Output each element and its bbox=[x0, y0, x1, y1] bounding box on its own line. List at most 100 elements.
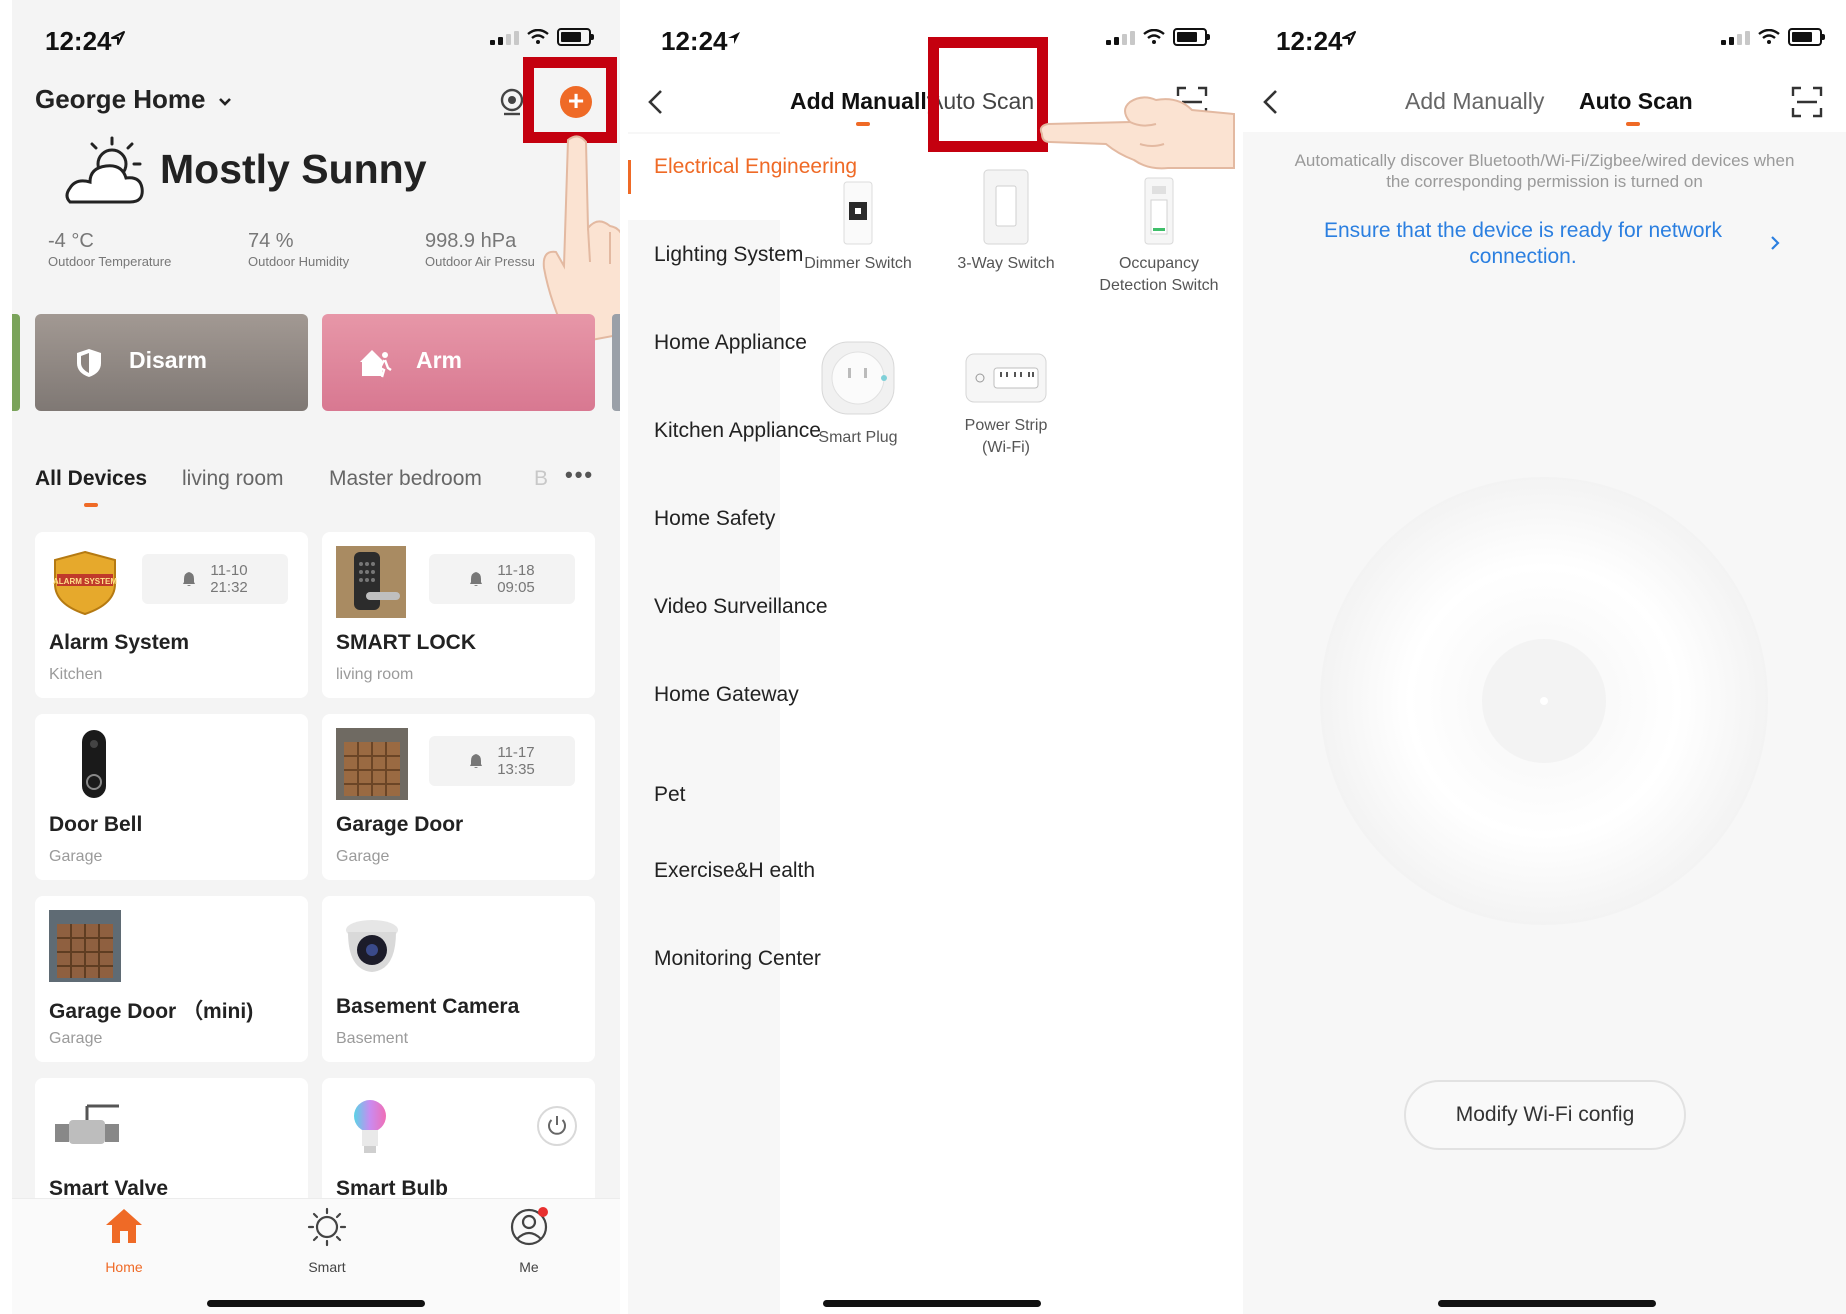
device-name: Basement Camera bbox=[336, 995, 520, 1018]
back-chevron-icon[interactable] bbox=[646, 88, 666, 116]
chevron-right-icon[interactable] bbox=[1769, 234, 1781, 252]
category-home-appliance[interactable]: Home Appliance bbox=[654, 330, 807, 355]
auto-scan-highlight bbox=[928, 37, 1048, 152]
category-home-gateway[interactable]: Home Gateway bbox=[654, 682, 799, 707]
product-power-strip[interactable]: Power Strip (Wi-Fi) bbox=[936, 346, 1076, 459]
power-icon bbox=[548, 1116, 566, 1135]
status-time: 12:24 bbox=[45, 26, 112, 56]
temperature-label: Outdoor Temperature bbox=[48, 254, 172, 269]
arm-button[interactable]: Arm bbox=[322, 314, 595, 411]
tab-add-manually[interactable]: Add Manually bbox=[790, 88, 940, 115]
wifi-icon bbox=[1758, 29, 1780, 44]
tab-auto-scan[interactable]: Auto Scan bbox=[1579, 88, 1693, 115]
category-home-safety[interactable]: Home Safety bbox=[654, 506, 775, 531]
dome-camera-icon bbox=[346, 920, 398, 972]
cellular-signal-icon bbox=[490, 29, 519, 45]
product-dimmer-switch[interactable]: Dimmer Switch bbox=[788, 180, 928, 275]
shield-icon bbox=[77, 349, 101, 377]
category-pet[interactable]: Pet bbox=[654, 782, 686, 807]
home-selector[interactable]: George Home bbox=[35, 84, 233, 115]
device-room: Garage bbox=[49, 848, 103, 865]
chevron-down-icon bbox=[218, 98, 231, 106]
nav-home-label: Home bbox=[105, 1259, 143, 1275]
category-sidebar bbox=[628, 132, 780, 1314]
device-room: Garage bbox=[49, 1030, 103, 1047]
device-name: SMART LOCK bbox=[336, 631, 476, 654]
category-lighting-system[interactable]: Lighting System bbox=[654, 242, 803, 267]
more-tabs-icon[interactable]: ••• bbox=[565, 462, 594, 488]
status-icons bbox=[1106, 28, 1210, 46]
humidity-label: Outdoor Humidity bbox=[248, 254, 350, 269]
modify-wifi-config-button[interactable]: Modify Wi-Fi config bbox=[1404, 1080, 1686, 1150]
category-electrical-engineering[interactable]: Electrical Engineering bbox=[654, 154, 857, 179]
alert-time: 09:05 bbox=[497, 579, 535, 596]
alert-date: 11-18 bbox=[497, 562, 535, 579]
device-card-alarm-system[interactable]: ALARM SYSTEM 11-10 21:32 Alarm System Kit… bbox=[35, 532, 308, 698]
humidity-value: 74 % bbox=[248, 230, 294, 252]
temperature-value: -4 °C bbox=[48, 230, 94, 252]
category-monitoring-center[interactable]: Monitoring Center bbox=[654, 946, 821, 971]
status-icons bbox=[1721, 28, 1825, 46]
scan-qr-icon[interactable] bbox=[1791, 86, 1823, 118]
device-card-door-bell[interactable]: Door Bell Garage bbox=[35, 714, 308, 880]
tab-add-manually[interactable]: Add Manually bbox=[1405, 88, 1544, 115]
power-strip-icon bbox=[965, 353, 1047, 403]
bell-icon bbox=[470, 572, 483, 586]
category-video-surveillance[interactable]: Video Surveillance bbox=[654, 594, 828, 619]
nav-smart[interactable]: Smart bbox=[267, 1207, 387, 1287]
product-3-way-switch[interactable]: 3-Way Switch bbox=[936, 168, 1076, 275]
bottom-nav: Home Smart Me bbox=[12, 1198, 620, 1314]
active-tab-indicator bbox=[856, 122, 870, 126]
header-bg bbox=[1243, 0, 1846, 132]
status-time: 12:24 bbox=[661, 26, 728, 56]
add-device-button[interactable]: + bbox=[560, 86, 592, 118]
device-card-garage-door-mini[interactable]: Garage Door （mini) Garage bbox=[35, 896, 308, 1062]
location-arrow-icon bbox=[111, 31, 125, 45]
device-room: Kitchen bbox=[49, 666, 103, 683]
partly-sunny-icon bbox=[65, 136, 144, 204]
cellular-signal-icon bbox=[1721, 29, 1750, 45]
device-room: Basement bbox=[336, 1030, 409, 1047]
nav-me[interactable]: Me bbox=[469, 1207, 589, 1287]
bell-icon bbox=[183, 572, 196, 586]
device-name: Door Bell bbox=[49, 813, 143, 836]
device-card-smart-lock[interactable]: 11-18 09:05 SMART LOCK living room bbox=[322, 532, 595, 698]
disarm-button[interactable]: Disarm bbox=[35, 314, 308, 411]
smart-bulb-icon bbox=[354, 1100, 386, 1153]
tab-master-bedroom[interactable]: Master bedroom bbox=[329, 467, 482, 491]
nav-home[interactable]: Home bbox=[64, 1207, 184, 1287]
profile-icon bbox=[510, 1207, 548, 1246]
network-ready-link[interactable]: Ensure that the device is ready for netw… bbox=[1303, 218, 1743, 270]
alarm-logo-text: ALARM SYSTEM bbox=[53, 577, 117, 586]
category-exercise-health[interactable]: Exercise&H ealth bbox=[654, 858, 815, 883]
weather-condition: Mostly Sunny bbox=[160, 146, 427, 192]
power-toggle-button[interactable] bbox=[537, 1106, 577, 1146]
separator bbox=[620, 0, 628, 1314]
product-smart-plug[interactable]: Smart Plug bbox=[788, 336, 928, 449]
auto-scan-screen: 12:24 Add Manually Auto Scan Automatical… bbox=[1243, 0, 1846, 1314]
wifi-icon bbox=[1143, 29, 1165, 44]
status-icons bbox=[490, 28, 594, 46]
scene-peek-left bbox=[12, 314, 20, 411]
active-tab-indicator bbox=[1626, 122, 1640, 126]
tab-living-room[interactable]: living room bbox=[182, 467, 284, 491]
tab-all-devices[interactable]: All Devices bbox=[35, 467, 147, 491]
device-card-garage-door[interactable]: 11-17 13:35 Garage Door Garage bbox=[322, 714, 595, 880]
battery-icon bbox=[1173, 28, 1210, 46]
product-label: Smart Plug bbox=[818, 429, 898, 446]
alert-date: 11-17 bbox=[497, 744, 535, 761]
camera-icon[interactable] bbox=[498, 88, 526, 116]
home-indicator bbox=[207, 1300, 425, 1307]
garage-door-icon bbox=[336, 728, 408, 800]
smart-plug-icon bbox=[821, 341, 895, 415]
battery-icon bbox=[557, 28, 594, 46]
pressure-label: Outdoor Air Pressu bbox=[425, 254, 535, 269]
alarm-alert-badge: 11-10 21:32 bbox=[142, 554, 288, 604]
doorbell-icon bbox=[82, 730, 106, 798]
product-occupancy-detection-switch[interactable]: Occupancy Detection Switch bbox=[1084, 176, 1234, 297]
pointing-hand-icon bbox=[1039, 96, 1235, 170]
tab-overflow-peek[interactable]: B bbox=[534, 467, 548, 491]
device-card-basement-camera[interactable]: Basement Camera Basement bbox=[322, 896, 595, 1062]
back-chevron-icon[interactable] bbox=[1261, 88, 1281, 116]
alert-time: 21:32 bbox=[210, 579, 248, 596]
